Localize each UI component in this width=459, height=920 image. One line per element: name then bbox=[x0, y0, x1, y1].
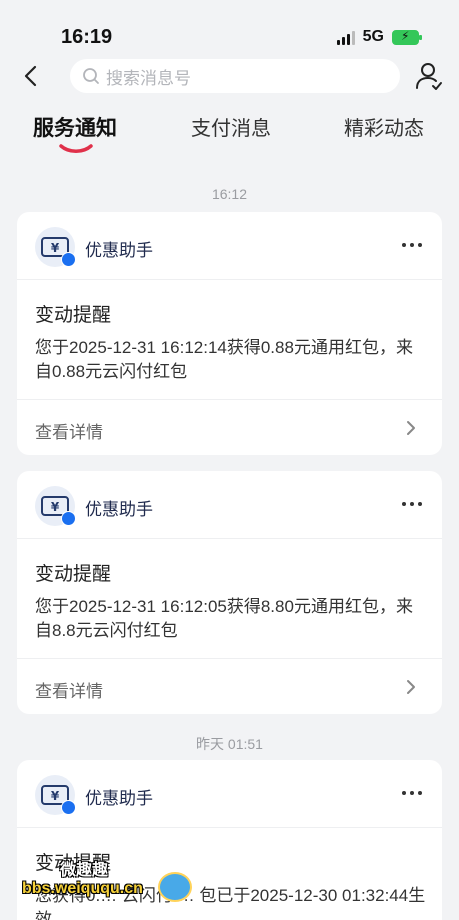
sender-name: 优惠助手 bbox=[85, 500, 153, 519]
message-body: 您于2025-12-31 16:12:14获得0.88元通用红包，来自0.88元… bbox=[35, 338, 413, 381]
verified-icon bbox=[61, 511, 76, 526]
user-settings-icon[interactable] bbox=[415, 61, 443, 91]
message-title: 变动提醒 bbox=[35, 305, 112, 326]
view-details-label: 查看详情 bbox=[35, 682, 103, 701]
view-details-label: 查看详情 bbox=[35, 423, 103, 442]
active-tab-indicator bbox=[59, 144, 93, 153]
battery-icon: ⚡ bbox=[392, 29, 422, 45]
card-header: ¥ 优惠助手 bbox=[17, 212, 442, 280]
tab-service-notice[interactable]: 服务通知 bbox=[33, 112, 117, 142]
sender-name: 优惠助手 bbox=[85, 241, 153, 260]
status-bar: 16:19 5G ⚡ bbox=[0, 0, 459, 56]
chevron-right-icon bbox=[407, 680, 415, 694]
message-title: 变动提醒 bbox=[35, 564, 112, 585]
svg-text:¥: ¥ bbox=[51, 500, 60, 514]
watermark-logo-icon bbox=[158, 872, 192, 902]
search-placeholder: 搜索消息号 bbox=[106, 68, 191, 88]
status-indicators: 5G ⚡ bbox=[336, 28, 422, 46]
more-icon[interactable] bbox=[402, 243, 422, 247]
status-time: 16:19 bbox=[61, 26, 113, 48]
message-time: 昨天 01:51 bbox=[196, 736, 263, 752]
verified-icon bbox=[61, 252, 76, 267]
message-body: 您于2025-12-31 16:12:05获得8.80元通用红包，来自8.8元云… bbox=[35, 597, 413, 640]
more-icon[interactable] bbox=[402, 791, 422, 795]
search-icon bbox=[83, 68, 99, 84]
search-input[interactable]: 搜索消息号 bbox=[70, 59, 400, 93]
card-header: ¥ 优惠助手 bbox=[17, 471, 442, 539]
tab-bar: 服务通知 支付消息 精彩动态 bbox=[0, 112, 459, 162]
verified-icon bbox=[61, 800, 76, 815]
message-card: ¥ 优惠助手 变动提醒 您于2025-12-31 16:12:05获得8.80元… bbox=[17, 471, 442, 714]
view-details-row[interactable]: 查看详情 bbox=[17, 399, 442, 455]
message-time: 16:12 bbox=[211, 186, 248, 202]
tab-payment-messages[interactable]: 支付消息 bbox=[191, 112, 271, 141]
message-card: ¥ 优惠助手 变动提醒 您于2025-12-31 16:12:14获得0.88元… bbox=[17, 212, 442, 455]
watermark-site-name: 微趣趣 bbox=[60, 862, 109, 879]
svg-text:¥: ¥ bbox=[51, 241, 60, 255]
tab-highlights[interactable]: 精彩动态 bbox=[344, 112, 424, 141]
sender-name: 优惠助手 bbox=[85, 789, 153, 808]
watermark-url: bbs.weiququ.cn bbox=[22, 880, 143, 897]
chevron-right-icon bbox=[407, 421, 415, 435]
more-icon[interactable] bbox=[402, 502, 422, 506]
network-type: 5G bbox=[362, 28, 384, 45]
back-icon[interactable] bbox=[20, 64, 44, 88]
svg-text:¥: ¥ bbox=[51, 789, 60, 803]
top-bar: 搜索消息号 bbox=[0, 56, 459, 96]
card-header: ¥ 优惠助手 bbox=[17, 760, 442, 828]
signal-icon bbox=[336, 30, 355, 45]
view-details-row[interactable]: 查看详情 bbox=[17, 658, 442, 714]
